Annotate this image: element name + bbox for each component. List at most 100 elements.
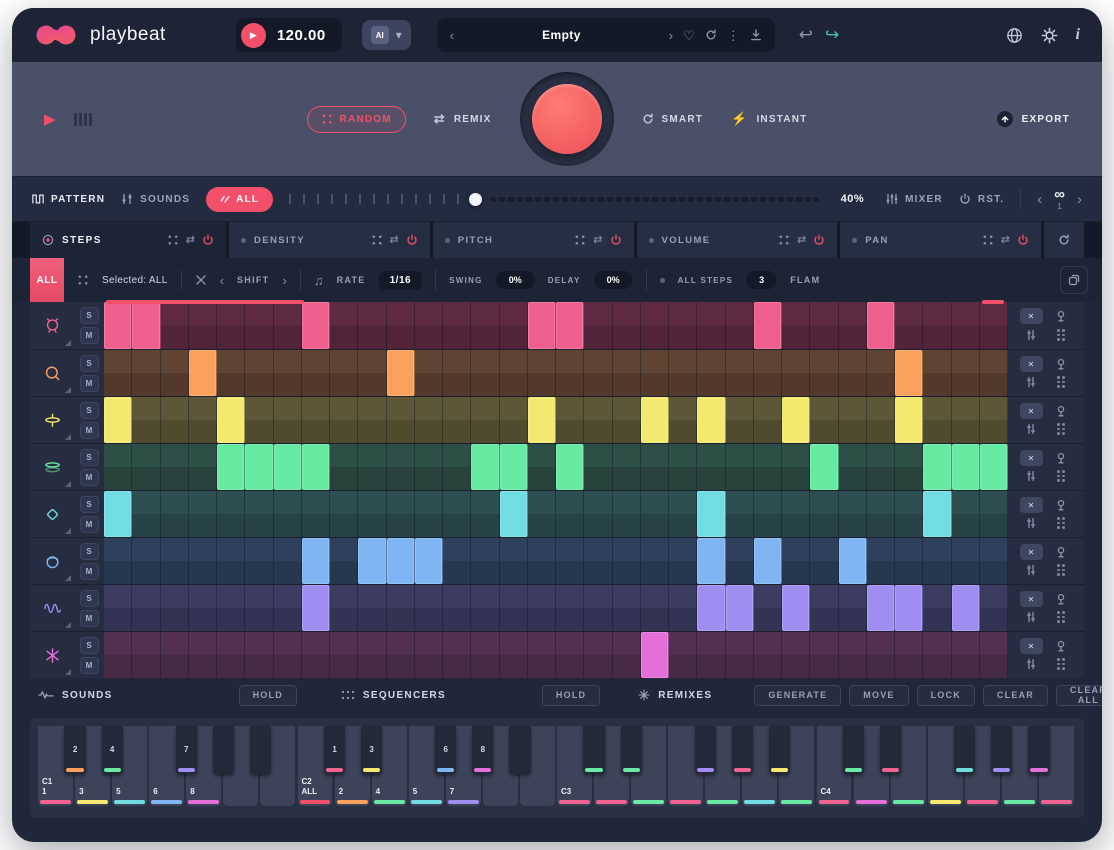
drag-handle-icon[interactable] [1057, 564, 1065, 576]
piano-key-black[interactable] [991, 726, 1012, 774]
step-cell[interactable] [104, 397, 132, 443]
step-cell[interactable] [669, 444, 697, 490]
step-cell[interactable] [810, 538, 838, 584]
step-cell[interactable] [726, 491, 754, 537]
step-cell[interactable] [980, 302, 1008, 349]
clear-row-button[interactable]: ✕ [1020, 544, 1043, 560]
step-cell[interactable] [726, 350, 754, 396]
step-cell[interactable] [641, 350, 669, 396]
step-cell[interactable] [613, 302, 641, 349]
piano-key-black[interactable] [880, 726, 901, 774]
move-button[interactable]: MOVE [849, 685, 908, 706]
dice-icon[interactable] [574, 234, 586, 246]
step-cell[interactable] [867, 350, 895, 396]
step-cell[interactable] [387, 491, 415, 537]
step-cell[interactable] [189, 444, 217, 490]
drag-handle-icon[interactable] [1057, 423, 1065, 435]
step-cell[interactable] [810, 302, 838, 349]
step-cell[interactable] [189, 397, 217, 443]
step-cell[interactable] [867, 585, 895, 631]
expand-corner-icon[interactable] [65, 622, 71, 628]
step-cell[interactable] [387, 444, 415, 490]
step-cell[interactable] [217, 350, 245, 396]
step-cell[interactable] [302, 350, 330, 396]
step-cell[interactable] [245, 491, 273, 537]
piano-key-black[interactable]: 1 [324, 726, 345, 774]
shift-right-icon[interactable]: › [282, 273, 286, 288]
step-cell[interactable] [839, 538, 867, 584]
mixer-button[interactable]: MIXER [886, 193, 943, 205]
step-cell[interactable] [613, 538, 641, 584]
step-cell[interactable] [358, 632, 386, 678]
step-cell[interactable] [245, 302, 273, 349]
step-cell[interactable] [132, 632, 160, 678]
mic-icon[interactable] [1055, 640, 1067, 652]
step-cell[interactable] [132, 397, 160, 443]
step-cell[interactable] [669, 350, 697, 396]
step-cell[interactable] [754, 444, 782, 490]
mute-button[interactable]: M [80, 563, 99, 580]
piano-key-black[interactable] [621, 726, 642, 774]
expand-corner-icon[interactable] [65, 528, 71, 534]
step-cell[interactable] [528, 302, 556, 349]
step-cell[interactable] [923, 444, 951, 490]
step-cell[interactable] [556, 444, 584, 490]
step-cell[interactable] [641, 538, 669, 584]
step-cell[interactable] [104, 632, 132, 678]
piano-key-black[interactable]: 4 [102, 726, 123, 774]
step-cell[interactable] [923, 491, 951, 537]
step-cell[interactable] [810, 350, 838, 396]
step-cell[interactable] [217, 444, 245, 490]
step-cell[interactable] [189, 632, 217, 678]
step-cell[interactable] [641, 491, 669, 537]
step-cell[interactable] [754, 538, 782, 584]
step-cell[interactable] [217, 632, 245, 678]
expand-corner-icon[interactable] [65, 340, 71, 346]
mic-icon[interactable] [1055, 358, 1067, 370]
step-cell[interactable] [952, 538, 980, 584]
step-cell[interactable] [161, 491, 189, 537]
step-cell[interactable] [387, 538, 415, 584]
step-cell[interactable] [415, 397, 443, 443]
step-cell[interactable] [528, 444, 556, 490]
step-cell[interactable] [302, 632, 330, 678]
keyboard-toggle-icon[interactable] [74, 113, 92, 126]
clear-all-button[interactable]: CLEAR ALL [1056, 685, 1102, 706]
export-button[interactable]: EXPORT [996, 110, 1070, 128]
step-cell[interactable] [104, 538, 132, 584]
step-cell[interactable] [387, 632, 415, 678]
drag-handle-icon[interactable] [1057, 329, 1065, 341]
piano-key-black[interactable] [250, 726, 271, 774]
expand-corner-icon[interactable] [65, 669, 71, 675]
step-cell[interactable] [217, 491, 245, 537]
mute-button[interactable]: M [80, 516, 99, 533]
big-randomize-button[interactable] [532, 84, 602, 154]
step-cell[interactable] [245, 585, 273, 631]
refresh-all-button[interactable] [1044, 222, 1084, 258]
step-cell[interactable] [782, 538, 810, 584]
step-cell[interactable] [641, 632, 669, 678]
delay-value[interactable]: 0% [594, 271, 633, 289]
copy-button[interactable] [1060, 266, 1088, 294]
step-cell[interactable] [726, 397, 754, 443]
step-cell[interactable] [132, 444, 160, 490]
step-cell[interactable] [613, 632, 641, 678]
step-cell[interactable] [726, 538, 754, 584]
step-cell[interactable] [754, 302, 782, 349]
row-sliders-icon[interactable] [1025, 611, 1037, 623]
step-cell[interactable] [782, 632, 810, 678]
random-button[interactable]: RANDOM [307, 106, 406, 133]
step-cell[interactable] [274, 538, 302, 584]
track-1-kick-icon[interactable] [30, 302, 74, 349]
row-sliders-icon[interactable] [1025, 423, 1037, 435]
step-cell[interactable] [839, 632, 867, 678]
step-cell[interactable] [697, 397, 725, 443]
piano-key-black[interactable] [509, 726, 530, 774]
step-cell[interactable] [895, 538, 923, 584]
step-cell[interactable] [330, 585, 358, 631]
step-cell[interactable] [132, 538, 160, 584]
step-cell[interactable] [613, 350, 641, 396]
step-cell[interactable] [584, 632, 612, 678]
step-cell[interactable] [613, 585, 641, 631]
clear-row-button[interactable]: ✕ [1020, 638, 1043, 654]
